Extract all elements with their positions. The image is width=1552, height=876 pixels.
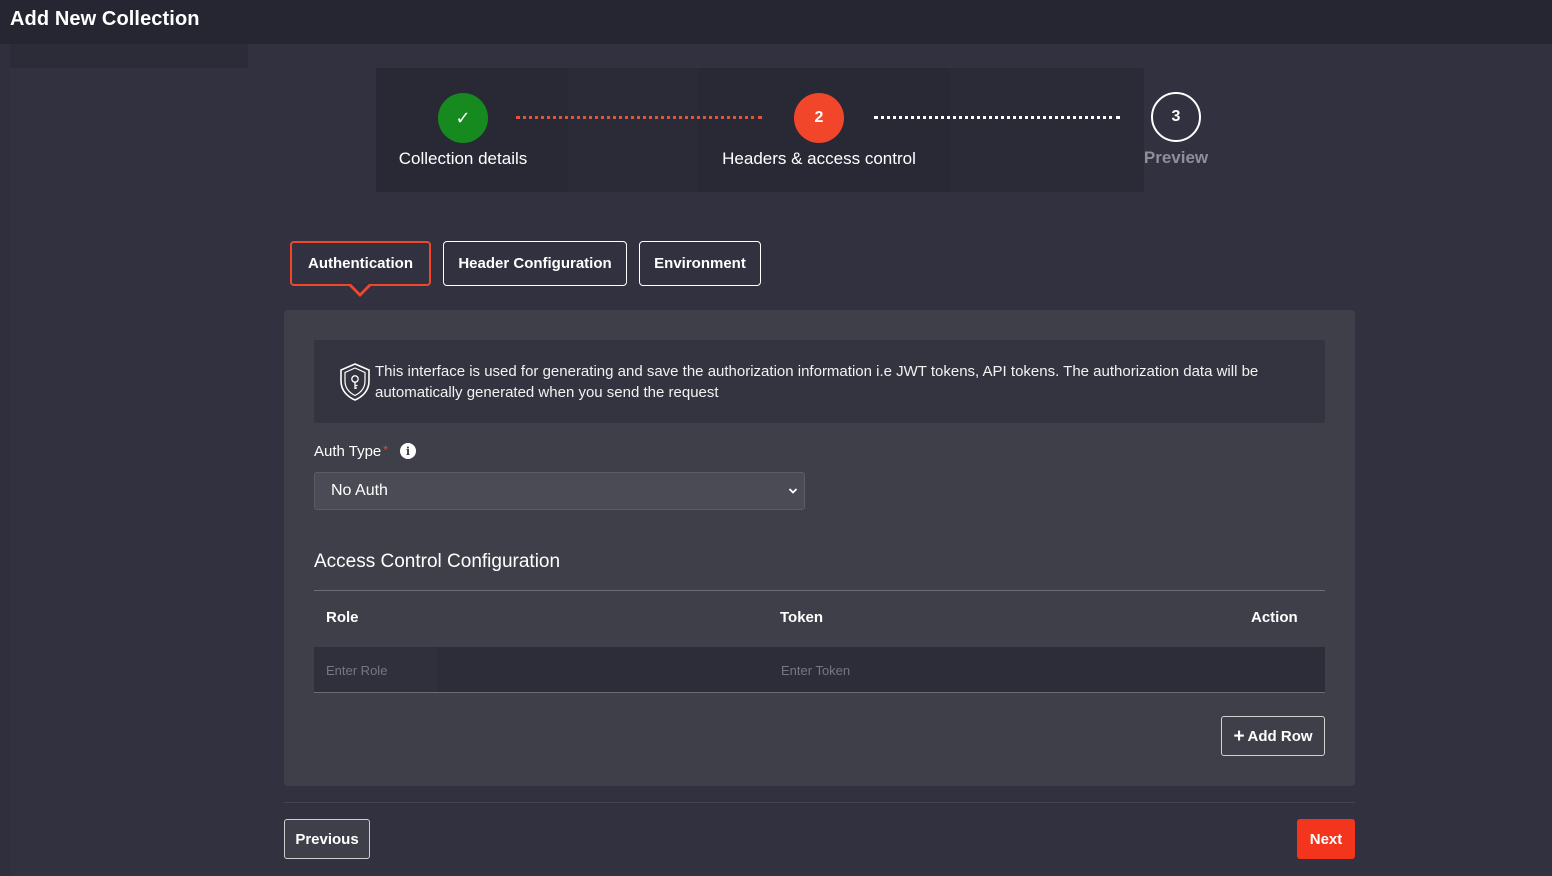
info-icon[interactable]: i [400, 443, 416, 459]
footer-divider [284, 802, 1355, 803]
step-3-label: Preview [1143, 148, 1209, 167]
auth-type-select[interactable]: No Auth [314, 472, 805, 510]
page-title: Add New Collection [10, 8, 200, 30]
previous-button[interactable]: Previous [284, 819, 370, 859]
step-1-check-icon[interactable]: ✓ [438, 93, 488, 143]
access-control-title: Access Control Configuration [314, 551, 561, 572]
tab-header-configuration[interactable]: Header Configuration [443, 241, 627, 286]
table-top-divider [314, 590, 1325, 591]
table-row-divider [314, 692, 1325, 693]
auth-type-selected-value: No Auth [331, 482, 388, 499]
plus-icon: + [1233, 725, 1245, 747]
step-connector-pending [874, 116, 1120, 119]
add-row-label: Add Row [1247, 727, 1313, 745]
token-input[interactable] [781, 652, 1201, 688]
active-tab-pointer-inner [351, 284, 369, 293]
auth-type-label-text: Auth Type [314, 443, 382, 460]
role-input[interactable] [326, 652, 746, 688]
column-header-token: Token [780, 609, 824, 626]
column-header-action: Action [1251, 609, 1298, 626]
top-bar [0, 0, 1552, 44]
next-button[interactable]: Next [1297, 819, 1355, 859]
add-row-button[interactable]: + Add Row [1221, 716, 1325, 756]
step-3-indicator[interactable]: 3 [1151, 92, 1201, 142]
side-strip [10, 44, 248, 68]
step-connector-completed [516, 116, 762, 119]
required-mark: * [383, 443, 388, 457]
auth-type-label: Auth Type * [314, 443, 388, 460]
info-text: This interface is used for generating an… [375, 363, 1259, 401]
column-header-role: Role [326, 609, 359, 626]
shield-icon [340, 363, 370, 401]
step-2-indicator[interactable]: 2 [794, 93, 844, 143]
step-1-label: Collection details [398, 149, 528, 168]
tab-environment[interactable]: Environment [639, 241, 761, 286]
tab-authentication[interactable]: Authentication [290, 241, 431, 286]
step-2-label: Headers & access control [722, 149, 916, 168]
chevron-down-icon [788, 488, 798, 494]
